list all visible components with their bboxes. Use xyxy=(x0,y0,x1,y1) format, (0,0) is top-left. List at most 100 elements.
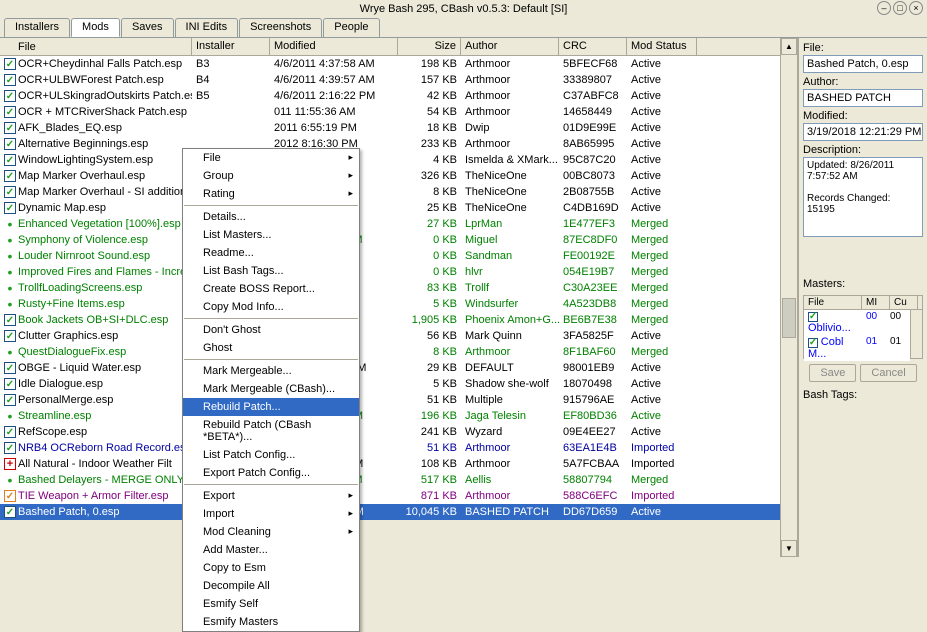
mod-row[interactable]: OCR+ULSkingradOutskirts Patch.espB54/6/2… xyxy=(0,88,780,104)
mod-row[interactable]: Improved Fires and Flames - Incre2013 5:… xyxy=(0,264,780,280)
column-header-size[interactable]: Size xyxy=(398,38,461,55)
file-field[interactable]: Bashed Patch, 0.esp xyxy=(803,55,923,73)
mod-row[interactable]: TrollfLoadingScreens.esp2013 3:26:18 AM8… xyxy=(0,280,780,296)
save-button[interactable]: Save xyxy=(809,364,856,382)
mod-checkbox[interactable] xyxy=(4,138,16,150)
menu-item-readme[interactable]: Readme... xyxy=(183,244,359,262)
mod-row[interactable]: Map Marker Overhaul - SI addition/2012 6… xyxy=(0,184,780,200)
mod-checkbox[interactable] xyxy=(4,506,16,518)
column-header-author[interactable]: Author xyxy=(461,38,559,55)
mod-checkbox[interactable] xyxy=(4,426,16,438)
mod-checkbox[interactable] xyxy=(4,458,16,470)
menu-item-rebuild-patch[interactable]: Rebuild Patch... xyxy=(183,398,359,416)
mod-row[interactable]: OBGE - Liquid Water.esp8/2013 2:10:47 AM… xyxy=(0,360,780,376)
menu-item-copy-to-esm[interactable]: Copy to Esm xyxy=(183,559,359,577)
column-header-crc[interactable]: CRC xyxy=(559,38,627,55)
menu-item-export-patch-config[interactable]: Export Patch Config... xyxy=(183,464,359,482)
close-button[interactable]: × xyxy=(909,1,923,15)
menu-item-import[interactable]: Import xyxy=(183,505,359,523)
tab-mods[interactable]: Mods xyxy=(71,18,120,37)
masters-col-mi[interactable]: MI xyxy=(862,296,890,309)
menu-item-list-patch-config[interactable]: List Patch Config... xyxy=(183,446,359,464)
menu-item-ghost[interactable]: Ghost xyxy=(183,339,359,357)
mod-checkbox[interactable] xyxy=(4,474,16,486)
mod-row[interactable]: Rusty+Fine Items.esp013 6:11:42 PM5 KBWi… xyxy=(0,296,780,312)
menu-item-create-boss-report[interactable]: Create BOSS Report... xyxy=(183,280,359,298)
modified-field[interactable]: 3/19/2018 12:21:29 PM xyxy=(803,123,923,141)
mod-checkbox[interactable] xyxy=(4,170,16,182)
scroll-thumb[interactable] xyxy=(782,298,796,338)
mod-checkbox[interactable] xyxy=(4,490,16,502)
mod-checkbox[interactable] xyxy=(4,442,16,454)
menu-item-list-masters[interactable]: List Masters... xyxy=(183,226,359,244)
menu-item-rating[interactable]: Rating xyxy=(183,185,359,203)
cancel-button[interactable]: Cancel xyxy=(860,364,916,382)
menu-item-list-bash-tags[interactable]: List Bash Tags... xyxy=(183,262,359,280)
tab-saves[interactable]: Saves xyxy=(121,18,174,37)
mod-row[interactable]: NRB4 OCReborn Road Record.es016 10:19:00… xyxy=(0,440,780,456)
menu-item-don-t-ghost[interactable]: Don't Ghost xyxy=(183,321,359,339)
mod-checkbox[interactable] xyxy=(4,410,16,422)
menu-item-copy-mod-info[interactable]: Copy Mod Info... xyxy=(183,298,359,316)
mod-row[interactable]: RefScope.esp2014 4:29:26 PM241 KBWyzard0… xyxy=(0,424,780,440)
mod-row[interactable]: Dynamic Map.esp/2012 5:10:00 PM25 KBTheN… xyxy=(0,200,780,216)
mod-row[interactable]: WindowLightingSystem.esp2012 8:05:30 AM4… xyxy=(0,152,780,168)
master-row[interactable]: Cobl M...0101 xyxy=(804,335,910,361)
masters-grid[interactable]: FileMICu Oblivio...0000 Cobl M...0101 xyxy=(803,295,923,359)
menu-item-mod-cleaning[interactable]: Mod Cleaning xyxy=(183,523,359,541)
author-field[interactable]: BASHED PATCH xyxy=(803,89,923,107)
description-field[interactable]: Updated: 8/26/2011 7:57:52 AMRecords Cha… xyxy=(803,157,923,237)
mod-row[interactable]: TIE Weapon + Armor Filter.esp2017 4:37:1… xyxy=(0,488,780,504)
mod-row[interactable]: Clutter Graphics.esp013 9:11:16 PM56 KBM… xyxy=(0,328,780,344)
mod-checkbox[interactable] xyxy=(4,202,16,214)
mod-row[interactable]: OCR+ULBWForest Patch.espB44/6/2011 4:39:… xyxy=(0,72,780,88)
mod-row[interactable]: Enhanced Vegetation [100%].esp013 10:00:… xyxy=(0,216,780,232)
master-row[interactable]: Oblivio...0000 xyxy=(804,310,910,335)
mod-row[interactable]: All Natural - Indoor Weather Filt2016 12… xyxy=(0,456,780,472)
mods-grid[interactable]: OCR+Cheydinhal Falls Patch.espB34/6/2011… xyxy=(0,56,780,520)
column-header-file[interactable]: File xyxy=(0,38,192,55)
vertical-scrollbar[interactable]: ▲ ▼ xyxy=(780,38,797,557)
mod-checkbox[interactable] xyxy=(4,106,16,118)
mod-row[interactable]: OCR + MTCRiverShack Patch.esp011 11:55:3… xyxy=(0,104,780,120)
mod-row[interactable]: QuestDialogueFix.esp2013 9:49:04 PM8 KBA… xyxy=(0,344,780,360)
menu-item-decompile-all[interactable]: Decompile All xyxy=(183,577,359,595)
mod-row[interactable]: Symphony of Violence.esp2013 11:18:34 AM… xyxy=(0,232,780,248)
mod-row[interactable]: Idle Dialogue.esp/2013 6:21:08 AM5 KBSha… xyxy=(0,376,780,392)
tab-screenshots[interactable]: Screenshots xyxy=(239,18,322,37)
maximize-button[interactable]: □ xyxy=(893,1,907,15)
mod-checkbox[interactable] xyxy=(4,218,16,230)
mod-row[interactable]: Streamline.esp2014 11:00:20 PM196 KBJaga… xyxy=(0,408,780,424)
mod-row[interactable]: PersonalMerge.esp014 10:21:48 AM51 KBMul… xyxy=(0,392,780,408)
tab-installers[interactable]: Installers xyxy=(4,18,70,37)
mod-row[interactable]: OCR+Cheydinhal Falls Patch.espB34/6/2011… xyxy=(0,56,780,72)
mod-checkbox[interactable] xyxy=(4,58,16,70)
masters-col-file[interactable]: File xyxy=(804,296,862,309)
menu-item-esmify-self[interactable]: Esmify Self xyxy=(183,595,359,613)
mod-row[interactable]: Alternative Beginnings.esp2012 8:16:30 P… xyxy=(0,136,780,152)
menu-item-mark-mergeable[interactable]: Mark Mergeable... xyxy=(183,362,359,380)
menu-item-mark-mergeable-cbash[interactable]: Mark Mergeable (CBash)... xyxy=(183,380,359,398)
menu-item-file[interactable]: File xyxy=(183,149,359,167)
mod-checkbox[interactable] xyxy=(4,266,16,278)
menu-item-export[interactable]: Export xyxy=(183,487,359,505)
mod-checkbox[interactable] xyxy=(4,362,16,374)
mod-checkbox[interactable] xyxy=(4,186,16,198)
mod-checkbox[interactable] xyxy=(4,122,16,134)
menu-item-group[interactable]: Group xyxy=(183,167,359,185)
mod-checkbox[interactable] xyxy=(4,154,16,166)
mod-row[interactable]: Book Jackets OB+SI+DLC.esp2013 7:55:26 P… xyxy=(0,312,780,328)
menu-item-details[interactable]: Details... xyxy=(183,208,359,226)
masters-scrollbar[interactable] xyxy=(910,310,922,358)
mod-checkbox[interactable] xyxy=(4,330,16,342)
mod-checkbox[interactable] xyxy=(4,74,16,86)
mod-checkbox[interactable] xyxy=(4,298,16,310)
mod-row[interactable]: Bashed Delayers - MERGE ONLY.e2016 11:03… xyxy=(0,472,780,488)
column-header-installer[interactable]: Installer xyxy=(192,38,270,55)
mod-checkbox[interactable] xyxy=(4,234,16,246)
mod-checkbox[interactable] xyxy=(4,90,16,102)
menu-item-add-master[interactable]: Add Master... xyxy=(183,541,359,559)
mod-checkbox[interactable] xyxy=(4,378,16,390)
menu-item-esmify-masters[interactable]: Esmify Masters xyxy=(183,613,359,631)
mod-checkbox[interactable] xyxy=(4,394,16,406)
